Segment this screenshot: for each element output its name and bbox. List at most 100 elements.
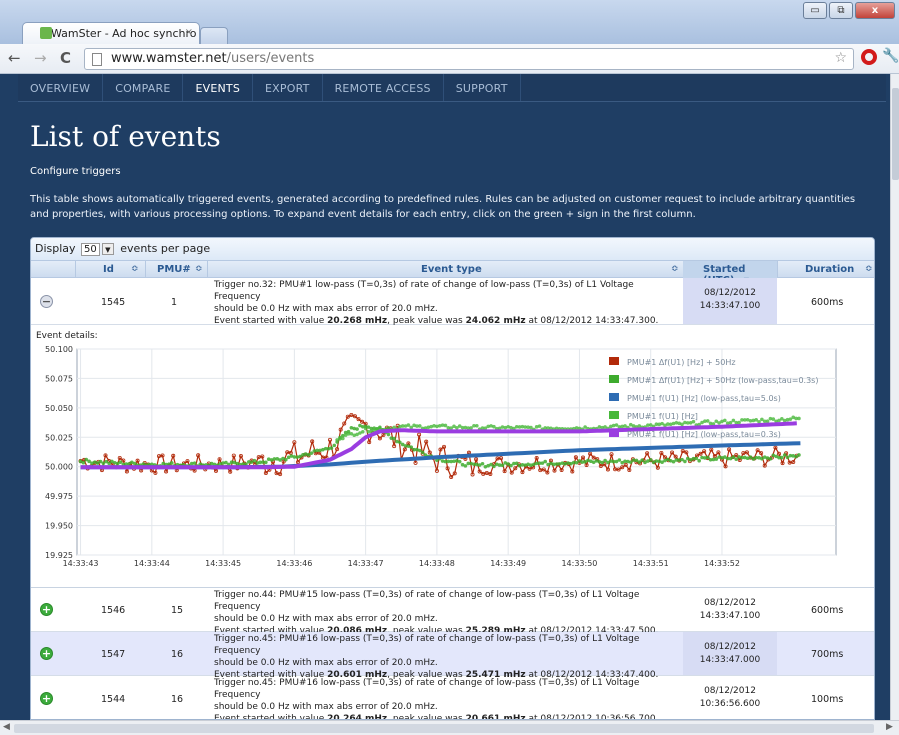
x-tick-label: 14:33:52 xyxy=(704,559,740,568)
series-point xyxy=(475,423,479,428)
event-id: 1544 xyxy=(101,694,126,705)
minimize-button[interactable]: ▭ xyxy=(803,2,827,19)
series-point xyxy=(409,445,414,450)
series-point xyxy=(731,455,736,459)
x-tick-label: 14:33:43 xyxy=(63,559,99,568)
series-point xyxy=(469,426,473,430)
series-point xyxy=(386,432,391,437)
legend-swatch xyxy=(609,393,619,401)
series-point xyxy=(406,423,411,427)
legend-label: PMU#1 Δf(U1) [Hz] + 50Hz (low-pass,tau=0… xyxy=(627,376,818,385)
display-prefix: Display xyxy=(35,242,76,255)
window-controls: ▭ ⧉ x xyxy=(803,2,895,19)
event-started: 08/12/2012 14:33:47.100 xyxy=(683,278,777,324)
series-point xyxy=(169,461,174,465)
event-condition-line: should be 0.0 Hz with max abs error of 2… xyxy=(214,702,438,712)
series-point xyxy=(363,426,368,431)
event-condition-line: should be 0.0 Hz with max abs error of 2… xyxy=(214,304,438,314)
new-tab-button[interactable] xyxy=(200,27,228,44)
sort-icon[interactable]: ≎ xyxy=(195,264,203,274)
bookmark-star-icon[interactable]: ☆ xyxy=(834,50,847,66)
browser-window: M WamSter - Ad hoc synchro × ▭ ⧉ x ← → C… xyxy=(0,0,899,735)
event-date: 08/12/2012 xyxy=(704,686,756,696)
maximize-button[interactable]: ⧉ xyxy=(829,2,853,19)
expand-row-icon[interactable]: + xyxy=(40,603,53,616)
configure-triggers-link[interactable]: Configure triggers xyxy=(30,166,121,177)
col-id-header[interactable]: Id xyxy=(103,264,114,275)
close-window-button[interactable]: x xyxy=(855,2,895,19)
nav-item-events[interactable]: EVENTS xyxy=(183,74,254,101)
forward-button[interactable]: → xyxy=(34,49,47,67)
series-point xyxy=(192,461,197,465)
event-duration: 600ms xyxy=(811,605,844,616)
table-row: − 1545 1 Trigger no.32: PMU#1 low-pass (T=0… xyxy=(31,278,874,327)
event-pmu: 16 xyxy=(171,694,184,705)
vertical-scrollbar[interactable] xyxy=(890,74,899,720)
sort-icon[interactable]: ≎ xyxy=(865,264,873,274)
scroll-left-icon[interactable]: ◀ xyxy=(3,722,10,732)
expand-row-icon[interactable]: + xyxy=(40,647,53,660)
event-id: 1547 xyxy=(101,649,126,660)
event-type-text: Trigger no.32: PMU#1 low-pass (T=0,3s) o… xyxy=(214,279,674,327)
legend-swatch xyxy=(609,429,619,437)
horizontal-scroll-thumb[interactable] xyxy=(14,724,874,733)
series-point xyxy=(737,420,741,425)
sort-icon[interactable]: ≎ xyxy=(671,264,679,274)
page-description: This table shows automatically triggered… xyxy=(30,194,856,220)
event-duration: 700ms xyxy=(811,649,844,660)
x-tick-label: 14:33:50 xyxy=(561,559,597,568)
back-button[interactable]: ← xyxy=(8,49,21,67)
page-size-bar: Display 50 ▼ events per page xyxy=(31,238,874,260)
page-size-select[interactable]: 50 xyxy=(81,243,100,256)
scroll-right-icon[interactable]: ▶ xyxy=(886,722,893,732)
events-table: Display 50 ▼ events per page Id ≎ PMU# ≎ … xyxy=(30,237,875,720)
legend-label: PMU#1 f(U1) [Hz] (low-pass,tau=5.0s) xyxy=(627,394,781,403)
opera-extension-icon[interactable] xyxy=(861,49,877,65)
series-point xyxy=(341,436,345,441)
series-point xyxy=(252,458,257,463)
series-point xyxy=(360,429,365,434)
event-values-line: Event started with value 20.264 mHz, pea… xyxy=(214,713,674,719)
nav-item-support[interactable]: SUPPORT xyxy=(444,74,521,101)
collapse-row-icon[interactable]: − xyxy=(40,295,53,308)
series-point xyxy=(500,463,505,468)
series-point xyxy=(694,456,699,461)
series-point xyxy=(734,457,739,462)
x-tick-label: 14:33:48 xyxy=(419,559,455,568)
tab-close-icon[interactable]: × xyxy=(185,27,193,38)
x-tick-label: 14:33:46 xyxy=(276,559,312,568)
nav-item-compare[interactable]: COMPARE xyxy=(103,74,184,101)
dropdown-arrow-icon[interactable]: ▼ xyxy=(101,243,114,255)
nav-item-remote-access[interactable]: REMOTE ACCESS xyxy=(323,74,444,101)
url-path: /users/events xyxy=(226,51,315,66)
col-pmu-header[interactable]: PMU# xyxy=(157,264,191,275)
col-started-header[interactable]: Started (UTC) ▾ xyxy=(683,261,777,286)
series-point xyxy=(731,418,736,423)
table-header: Id ≎ PMU# ≎ Event type ≎ Started (UTC) ▾… xyxy=(31,260,874,286)
col-duration-header[interactable]: Duration xyxy=(805,264,854,275)
vertical-scroll-thumb[interactable] xyxy=(892,88,899,180)
series-point xyxy=(723,418,727,423)
expand-row-icon[interactable]: + xyxy=(40,692,53,705)
address-bar[interactable]: www.wamster.net/users/events ☆ xyxy=(84,48,854,70)
series-point xyxy=(392,436,396,441)
url-domain: www.wamster.net xyxy=(111,51,227,66)
sort-icon[interactable]: ≎ xyxy=(131,264,139,274)
event-pmu: 1 xyxy=(171,297,178,308)
display-suffix: events per page xyxy=(120,242,211,255)
tab-bar: M WamSter - Ad hoc synchro × ▭ ⧉ x xyxy=(0,0,899,44)
reload-button[interactable]: C xyxy=(60,49,71,67)
event-date: 08/12/2012 xyxy=(704,642,756,652)
x-tick-label: 14:33:49 xyxy=(490,559,526,568)
wrench-menu-icon[interactable]: 🔧 xyxy=(882,48,899,64)
col-event-type-header[interactable]: Event type xyxy=(421,264,482,275)
nav-item-overview[interactable]: OVERVIEW xyxy=(18,74,104,101)
horizontal-scrollbar[interactable]: ◀ ▶ xyxy=(0,720,899,735)
series-point xyxy=(765,419,770,424)
series-point xyxy=(264,460,268,465)
nav-item-export[interactable]: EXPORT xyxy=(253,74,323,101)
event-time: 14:33:47.100 xyxy=(699,301,761,311)
event-pmu: 16 xyxy=(171,649,184,660)
x-tick-label: 14:33:47 xyxy=(348,559,384,568)
series-point xyxy=(705,455,710,460)
